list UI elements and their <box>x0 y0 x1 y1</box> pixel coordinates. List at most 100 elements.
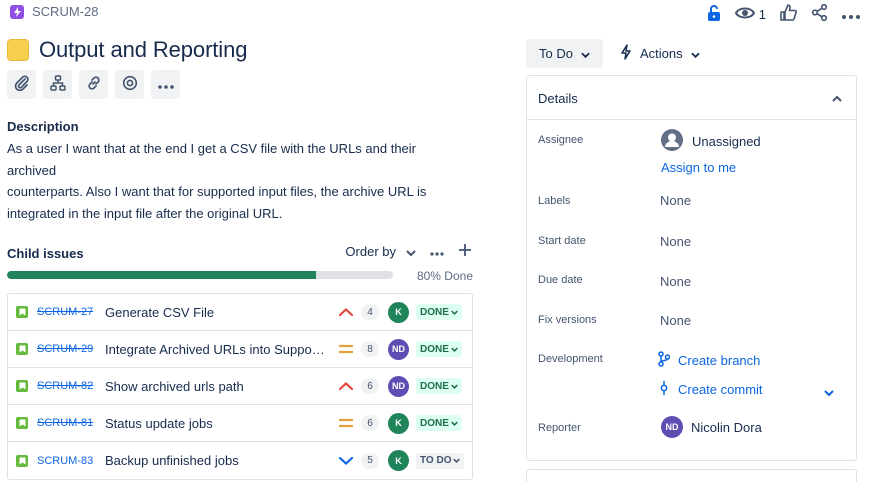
child-issue-summary[interactable]: Integrate Archived URLs into Support... <box>105 342 327 357</box>
link-icon <box>86 75 102 94</box>
lock-icon[interactable] <box>707 4 721 24</box>
toolbar-more-button[interactable] <box>151 70 180 99</box>
more-fields-card[interactable] <box>526 469 857 482</box>
create-branch-label: Create branch <box>678 353 761 368</box>
story-icon <box>16 306 28 318</box>
description-line: integrated in the input file after the o… <box>7 205 283 221</box>
child-issue-summary[interactable]: Status update jobs <box>105 416 327 431</box>
child-issue-key[interactable]: SCRUM-81 <box>37 417 93 429</box>
chevron-down-icon[interactable] <box>824 384 834 399</box>
labels-value[interactable]: None <box>660 193 691 208</box>
branch-icon <box>658 351 671 370</box>
status-badge[interactable]: DONE <box>416 304 462 320</box>
child-issue-key[interactable]: SCRUM-29 <box>37 343 93 355</box>
development-label: Development <box>538 353 603 365</box>
avatar: ND <box>661 416 683 438</box>
progress-bar <box>7 271 393 279</box>
status-badge-label: TO DO <box>420 455 452 466</box>
status-badge[interactable]: DONE <box>416 378 462 394</box>
assignee-value: Unassigned <box>692 134 761 149</box>
priority-medium-icon <box>338 416 354 430</box>
table-row[interactable]: SCRUM-81 Status update jobs 6 K DONE <box>8 405 472 442</box>
more-options-icon[interactable] <box>842 7 860 22</box>
chevron-down-icon <box>451 307 458 318</box>
child-issues-title: Child issues <box>7 246 84 261</box>
issue-toolbar <box>7 70 180 99</box>
epic-color-icon <box>7 39 29 61</box>
assign-to-me-link[interactable]: Assign to me <box>661 160 736 175</box>
chevron-down-icon <box>406 244 416 259</box>
apps-button[interactable] <box>115 70 144 99</box>
unassigned-avatar-icon <box>660 128 684 155</box>
table-row[interactable]: SCRUM-82 Show archived urls path 6 ND DONE <box>8 368 472 405</box>
top-bar: SCRUM-28 1 <box>10 3 860 24</box>
description-line: As a user I want that at the end I get a… <box>7 141 416 178</box>
details-panel: Details Assignee Unassigned Assign to me… <box>526 75 857 461</box>
child-issues-controls: Order by <box>345 243 472 260</box>
title-row: Output and Reporting <box>7 37 247 63</box>
issue-key-link[interactable]: SCRUM-28 <box>32 4 98 19</box>
share-icon[interactable] <box>811 3 828 24</box>
status-badge[interactable]: TO DO <box>416 452 465 469</box>
start-date-value[interactable]: None <box>660 234 691 249</box>
story-points: 8 <box>361 341 379 357</box>
create-commit-link[interactable]: Create commit <box>658 380 763 399</box>
chevron-down-icon <box>451 381 458 392</box>
chevron-down-icon <box>581 46 590 61</box>
child-issue-summary[interactable]: Backup unfinished jobs <box>105 453 327 468</box>
attach-button[interactable] <box>7 70 36 99</box>
avatar[interactable]: K <box>388 412 409 434</box>
order-by-dropdown[interactable]: Order by <box>345 244 416 259</box>
add-child-button[interactable] <box>43 70 72 99</box>
chevron-down-icon <box>451 418 458 429</box>
child-issue-key[interactable]: SCRUM-27 <box>37 306 93 318</box>
breadcrumb: SCRUM-28 <box>10 4 98 19</box>
due-date-value[interactable]: None <box>660 274 691 289</box>
status-badge[interactable]: DONE <box>416 415 462 431</box>
child-issue-key[interactable]: SCRUM-82 <box>37 380 93 392</box>
link-issue-button[interactable] <box>79 70 108 99</box>
avatar[interactable]: ND <box>388 338 409 360</box>
chevron-up-icon[interactable] <box>832 90 842 105</box>
avatar[interactable]: ND <box>388 375 409 397</box>
table-row[interactable]: SCRUM-83 Backup unfinished jobs 5 K TO DO <box>8 442 472 479</box>
child-issue-summary[interactable]: Generate CSV File <box>105 305 327 320</box>
description-line: counterparts. Also I want that for suppo… <box>7 184 427 199</box>
more-options-icon <box>157 77 174 92</box>
table-row[interactable]: SCRUM-27 Generate CSV File 4 K DONE <box>8 294 472 331</box>
story-points: 5 <box>361 452 379 469</box>
chevron-down-icon <box>690 46 700 61</box>
child-issue-summary[interactable]: Show archived urls path <box>105 379 327 394</box>
reporter-field[interactable]: ND Nicolin Dora <box>661 416 762 438</box>
page-title[interactable]: Output and Reporting <box>39 37 247 63</box>
child-issues-header: Child issues Order by <box>7 243 472 263</box>
actions-dropdown[interactable]: Actions <box>620 39 700 68</box>
fix-versions-value[interactable]: None <box>660 313 691 328</box>
labels-label: Labels <box>538 195 571 207</box>
status-dropdown[interactable]: To Do <box>526 39 603 68</box>
child-issue-key[interactable]: SCRUM-83 <box>37 455 93 467</box>
child-more-icon[interactable] <box>430 244 444 259</box>
target-icon <box>122 75 138 94</box>
avatar[interactable]: K <box>388 301 409 323</box>
reporter-label: Reporter <box>538 422 581 434</box>
status-label: To Do <box>539 46 573 61</box>
table-row[interactable]: SCRUM-29 Integrate Archived URLs into Sup… <box>8 331 472 368</box>
progress-fill <box>7 271 316 279</box>
child-issues-list: SCRUM-27 Generate CSV File 4 K DONE SCRUM-29 I… <box>7 293 473 480</box>
create-commit-label: Create commit <box>678 382 763 397</box>
thumbs-up-icon[interactable] <box>780 4 797 24</box>
watch-eye-icon[interactable] <box>734 6 755 23</box>
priority-high-icon <box>338 379 354 393</box>
details-title: Details <box>538 91 578 106</box>
create-branch-link[interactable]: Create branch <box>658 351 760 370</box>
description-body[interactable]: As a user I want that at the end I get a… <box>7 138 467 224</box>
story-points: 4 <box>361 304 379 320</box>
story-icon <box>16 417 28 429</box>
status-badge[interactable]: DONE <box>416 341 462 357</box>
add-child-plus-icon[interactable] <box>458 243 472 260</box>
details-header[interactable]: Details <box>527 76 856 120</box>
progress-label: 80% Done <box>416 269 473 283</box>
assignee-field[interactable]: Unassigned <box>660 128 761 155</box>
avatar[interactable]: K <box>388 450 409 471</box>
